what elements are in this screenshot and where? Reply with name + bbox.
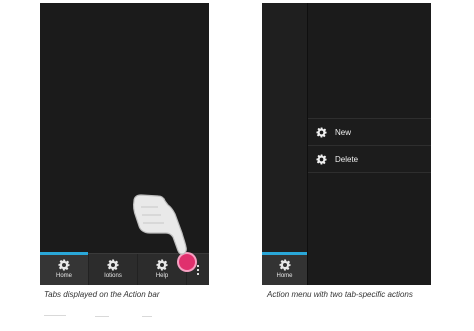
gear-icon xyxy=(156,259,168,271)
gear-icon xyxy=(107,259,119,271)
divider xyxy=(95,316,109,317)
left-caption: Tabs displayed on the Action bar xyxy=(44,290,160,299)
gear-icon xyxy=(279,259,290,271)
gear-icon xyxy=(316,153,327,165)
gear-icon xyxy=(316,126,327,138)
menu-item-delete[interactable]: Delete xyxy=(308,146,431,173)
tab-column: Home xyxy=(262,3,308,285)
tab-label: Home xyxy=(55,273,72,279)
right-caption: Action menu with two tab-specific action… xyxy=(267,290,413,299)
menu-item-label: Delete xyxy=(335,154,359,164)
divider xyxy=(44,315,66,316)
menu-item-new[interactable]: New xyxy=(308,119,431,146)
tab-home[interactable]: Home xyxy=(40,252,89,285)
tab-home[interactable]: Home xyxy=(262,252,307,285)
right-phone-screen: Home New Delete xyxy=(262,3,431,285)
menu-item-label: New xyxy=(335,127,352,137)
more-vertical-icon xyxy=(197,264,199,275)
tab-label: Iotions xyxy=(104,273,122,279)
tab-label: Home xyxy=(276,273,293,279)
pointing-hand-icon xyxy=(133,194,187,255)
action-menu: New Delete xyxy=(308,118,431,173)
tab-label: Help xyxy=(155,273,169,279)
divider xyxy=(142,316,152,317)
gear-icon xyxy=(58,259,70,271)
